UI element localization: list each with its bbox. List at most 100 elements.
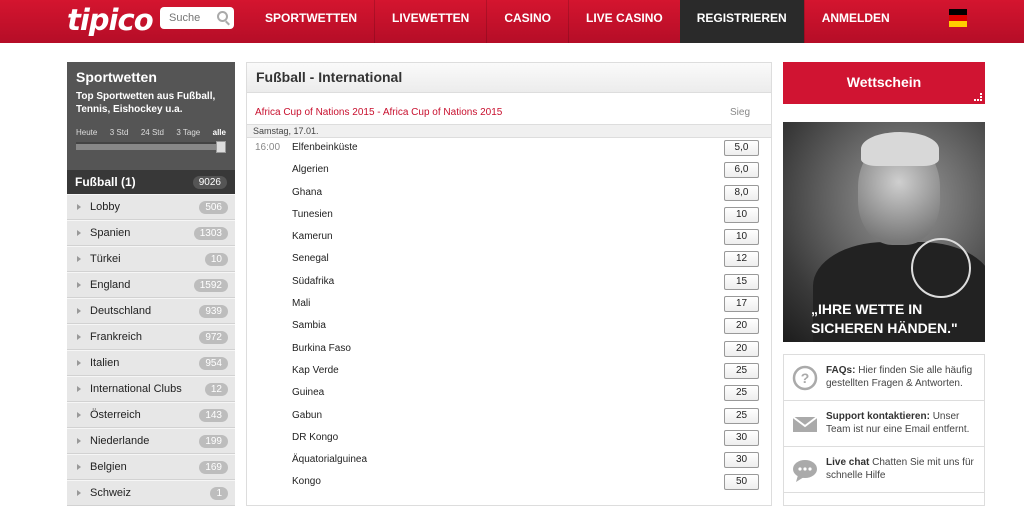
time-filter: Heute 3 Std 24 Std 3 Tage alle xyxy=(76,128,226,137)
sidebar-item-label: Niederlande xyxy=(90,435,150,447)
help-support[interactable]: Support kontaktieren: Unser Team ist nur… xyxy=(784,401,984,447)
tipico-logo[interactable]: tipico xyxy=(67,3,154,37)
filter-alle[interactable]: alle xyxy=(213,128,226,137)
sidebar-item[interactable]: Spanien 1303 xyxy=(67,220,235,246)
odds-button[interactable]: 30 xyxy=(724,452,759,469)
count-badge: 506 xyxy=(199,200,228,214)
login-button[interactable]: ANMELDEN xyxy=(803,0,907,43)
triangle-right-icon xyxy=(77,464,81,470)
team-name: Tunesien xyxy=(292,208,333,220)
nav-livewetten[interactable]: LIVEWETTEN xyxy=(374,0,486,43)
triangle-right-icon xyxy=(77,490,81,496)
filter-3-std[interactable]: 3 Std xyxy=(110,128,129,137)
time-slider[interactable] xyxy=(76,141,226,153)
register-button[interactable]: REGISTRIEREN xyxy=(679,0,804,43)
match-row: Äquatorialguinea 30 xyxy=(247,450,771,472)
question-icon: ? xyxy=(792,365,818,391)
count-badge: 1 xyxy=(210,486,228,500)
german-flag-icon[interactable] xyxy=(949,9,967,27)
sidebar-item[interactable]: England 1592 xyxy=(67,272,235,298)
team-name: Kamerun xyxy=(292,231,333,243)
team-name: Gabun xyxy=(292,409,323,421)
team-name: DR Kongo xyxy=(292,431,339,443)
promo-person-hair xyxy=(861,132,939,166)
odds-button[interactable]: 25 xyxy=(724,407,759,424)
sidebar-item[interactable]: Österreich 143 xyxy=(67,402,235,428)
sidebar-item-label: International Clubs xyxy=(90,383,182,395)
triangle-right-icon xyxy=(77,256,81,262)
odds-button[interactable]: 25 xyxy=(724,385,759,402)
odds-button[interactable]: 15 xyxy=(724,273,759,290)
search-input[interactable] xyxy=(160,7,210,29)
sidebar-subtitle: Top Sportwetten aus Fußball, Tennis, Eis… xyxy=(76,91,216,115)
sidebar-item-left: Niederlande xyxy=(77,435,149,447)
odds-button[interactable]: 17 xyxy=(724,296,759,313)
nav-sportwetten[interactable]: SPORTWETTEN xyxy=(248,0,374,43)
slider-handle[interactable] xyxy=(216,141,226,153)
sidebar-header: Sportwetten Top Sportwetten aus Fußball,… xyxy=(67,62,235,170)
search-icon[interactable] xyxy=(217,11,228,22)
match-row: Kap Verde 25 xyxy=(247,361,771,383)
sidebar-item-left: England xyxy=(77,279,130,291)
sidebar-item[interactable]: Belgien 169 xyxy=(67,454,235,480)
match-row: Ghana 8,0 xyxy=(247,183,771,205)
help-faq[interactable]: ? FAQs: Hier finden Sie alle häufig gest… xyxy=(784,355,984,401)
sidebar-item-label: Deutschland xyxy=(90,305,152,317)
count-badge: 10 xyxy=(204,252,228,266)
help-chat-title: Live chat xyxy=(826,457,870,468)
help-live-chat[interactable]: Live chat Chatten Sie mit uns für schnel… xyxy=(784,447,984,493)
sidebar-item[interactable]: Deutschland 939 xyxy=(67,298,235,324)
chat-bubble-icon xyxy=(793,460,817,482)
competition-link[interactable]: Africa Cup of Nations 2015 - Africa Cup … xyxy=(255,107,502,118)
odds-button[interactable]: 10 xyxy=(724,229,759,246)
odds-button[interactable]: 20 xyxy=(724,340,759,357)
nav-casino[interactable]: CASINO xyxy=(486,0,568,43)
sidebar-item-left: Türkei xyxy=(77,253,121,265)
promo-banner[interactable]: „IHRE WETTE IN SICHEREN HÄNDEN." xyxy=(783,122,985,342)
team-name: Senegal xyxy=(292,253,329,265)
count-badge: 1592 xyxy=(193,278,228,292)
odds-button[interactable]: 10 xyxy=(724,206,759,223)
count-badge: 143 xyxy=(199,408,228,422)
odds-button[interactable]: 30 xyxy=(724,429,759,446)
count-badge: 199 xyxy=(199,434,228,448)
sidebar-item-left: Belgien xyxy=(77,461,127,473)
help-support-title: Support kontaktieren: xyxy=(826,411,930,422)
filter-24-std[interactable]: 24 Std xyxy=(141,128,164,137)
sidebar-item-label: Türkei xyxy=(90,253,121,265)
odds-button[interactable]: 20 xyxy=(724,318,759,335)
envelope-icon xyxy=(792,416,818,432)
sidebar-item-label: Fußball (1) xyxy=(75,175,136,189)
match-row: Mali 17 xyxy=(247,294,771,316)
sidebar-item[interactable]: Niederlande 199 xyxy=(67,428,235,454)
triangle-right-icon xyxy=(77,334,81,340)
sidebar-item-left: Schweiz xyxy=(77,487,131,499)
odds-button[interactable]: 50 xyxy=(724,474,759,491)
team-name: Kap Verde xyxy=(292,364,339,376)
sidebar-item[interactable]: Frankreich 972 xyxy=(67,324,235,350)
odds-button[interactable]: 8,0 xyxy=(724,184,759,201)
svg-text:?: ? xyxy=(801,370,810,386)
odds-button[interactable]: 12 xyxy=(724,251,759,268)
team-name: Elfenbeinküste xyxy=(292,142,358,153)
sidebar-item[interactable]: Italien 954 xyxy=(67,350,235,376)
odds-button[interactable]: 25 xyxy=(724,362,759,379)
odds-button[interactable]: 6,0 xyxy=(724,162,759,179)
search-box[interactable] xyxy=(160,7,234,29)
triangle-right-icon xyxy=(77,282,81,288)
sidebar-item-fussball[interactable]: Fußball (1) 9026 xyxy=(67,170,235,194)
sidebar-item[interactable]: Lobby 506 xyxy=(67,194,235,220)
filter-heute[interactable]: Heute xyxy=(76,128,97,137)
sidebar-item[interactable]: Türkei 10 xyxy=(67,246,235,272)
team-name: Sambia xyxy=(292,320,326,332)
nav-live-casino[interactable]: LIVE CASINO xyxy=(568,0,680,43)
wettschein-label: Wettschein xyxy=(846,74,922,90)
sidebar-item[interactable]: Schweiz 1 xyxy=(67,480,235,506)
wettschein-button[interactable]: Wettschein xyxy=(783,62,985,104)
filter-3-tage[interactable]: 3 Tage xyxy=(176,128,200,137)
odds-button[interactable]: 5,0 xyxy=(724,140,759,156)
triangle-right-icon xyxy=(77,360,81,366)
sidebar-item[interactable]: International Clubs 12 xyxy=(67,376,235,402)
count-badge: 12 xyxy=(204,382,228,396)
sidebar-item-label: Frankreich xyxy=(90,331,142,343)
